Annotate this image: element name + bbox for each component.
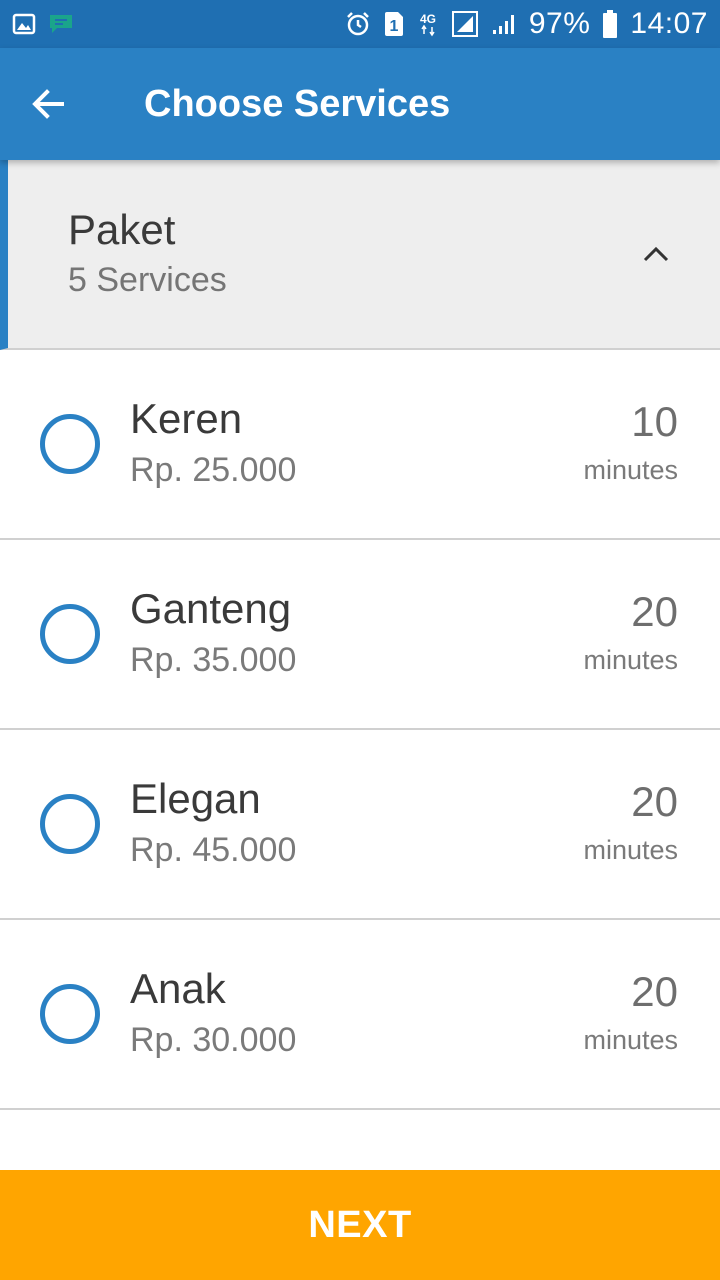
service-name: Anak xyxy=(130,965,226,1012)
service-duration: 10 minutes xyxy=(583,396,678,492)
service-info: Keren Rp. 25.000 xyxy=(130,393,583,495)
duration-unit: minutes xyxy=(583,645,678,675)
service-price: Rp. 30.000 xyxy=(130,1021,297,1059)
service-info: Ganteng Rp. 35.000 xyxy=(130,583,583,685)
service-duration: 20 minutes xyxy=(583,776,678,872)
duration-unit: minutes xyxy=(583,455,678,485)
service-price: Rp. 25.000 xyxy=(130,451,297,489)
service-radio[interactable] xyxy=(40,414,100,474)
duration-unit: minutes xyxy=(583,1025,678,1055)
next-button[interactable]: NEXT xyxy=(0,1170,720,1280)
duration-value: 20 xyxy=(631,968,678,1015)
signal-icon xyxy=(491,12,517,36)
alarm-icon xyxy=(345,11,371,37)
service-info: Elegan Rp. 45.000 xyxy=(130,773,583,875)
network-label: 4G xyxy=(420,12,436,26)
sim-slot-label: 1 xyxy=(389,18,398,35)
duration-value: 10 xyxy=(631,398,678,445)
chevron-up-icon[interactable] xyxy=(642,245,670,263)
sim-icon: 1 xyxy=(383,10,405,38)
network-4g-icon: 4G xyxy=(417,11,439,37)
service-info: Anak Rp. 30.000 xyxy=(130,963,583,1065)
message-icon xyxy=(48,13,74,35)
service-duration: 20 minutes xyxy=(583,586,678,682)
service-radio[interactable] xyxy=(40,794,100,854)
service-name: Ganteng xyxy=(130,585,292,632)
category-name: Paket xyxy=(68,206,176,253)
service-item-ganteng[interactable]: Ganteng Rp. 35.000 20 minutes xyxy=(0,540,720,730)
status-left xyxy=(12,12,74,36)
service-item-anak[interactable]: Anak Rp. 30.000 20 minutes xyxy=(0,920,720,1110)
duration-value: 20 xyxy=(631,778,678,825)
arrow-left-icon xyxy=(30,86,66,122)
service-radio[interactable] xyxy=(40,604,100,664)
service-list: Keren Rp. 25.000 10 minutes Ganteng Rp. … xyxy=(0,350,720,1110)
service-name: Elegan xyxy=(130,775,261,822)
service-duration: 20 minutes xyxy=(583,966,678,1062)
category-header-paket[interactable]: Paket 5 Services xyxy=(0,160,720,350)
service-price: Rp. 45.000 xyxy=(130,831,297,869)
page-title: Choose Services xyxy=(144,82,451,125)
status-right: 1 4G 97% 14:07 xyxy=(345,7,708,41)
category-count: 5 Services xyxy=(68,261,227,299)
image-icon xyxy=(12,12,36,36)
duration-unit: minutes xyxy=(583,835,678,865)
service-item-keren[interactable]: Keren Rp. 25.000 10 minutes xyxy=(0,350,720,540)
app-bar: Choose Services xyxy=(0,48,720,160)
duration-value: 20 xyxy=(631,588,678,635)
service-price: Rp. 35.000 xyxy=(130,641,297,679)
category-text: Paket 5 Services xyxy=(68,204,227,304)
service-name: Keren xyxy=(130,395,243,442)
battery-percent: 97% xyxy=(528,7,591,40)
battery-icon xyxy=(602,9,618,39)
status-bar: 1 4G 97% 14:07 xyxy=(0,0,720,48)
service-radio[interactable] xyxy=(40,984,100,1044)
status-time: 14:07 xyxy=(630,7,708,40)
signal-box-icon xyxy=(451,10,479,38)
back-button[interactable] xyxy=(0,48,96,160)
service-item-elegan[interactable]: Elegan Rp. 45.000 20 minutes xyxy=(0,730,720,920)
